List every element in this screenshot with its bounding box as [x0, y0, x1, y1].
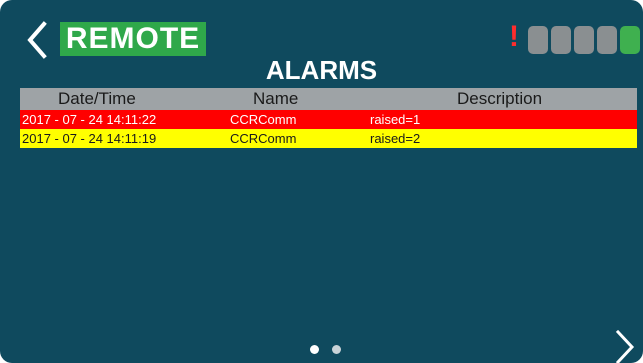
status-indicator-4 — [597, 26, 617, 54]
cell-description: raised=1 — [370, 112, 421, 127]
status-indicator-3 — [574, 26, 594, 54]
status-indicator-5 — [620, 26, 640, 54]
back-button[interactable] — [22, 20, 52, 60]
cell-description: raised=2 — [370, 131, 421, 146]
cell-datetime: 2017 - 07 - 24 14:11:19 — [22, 131, 157, 146]
next-button[interactable] — [610, 329, 638, 363]
cell-datetime: 2017 - 07 - 24 14:11:22 — [22, 112, 157, 127]
table-row[interactable]: 2017 - 07 - 24 14:11:19 CCRComm raised=2 — [20, 129, 637, 148]
column-header-description: Description — [457, 89, 543, 108]
chevron-left-icon — [27, 21, 47, 59]
cell-name: CCRComm — [230, 112, 297, 127]
column-header-name: Name — [253, 89, 299, 108]
alarm-table: Date/Time Name Description 2017 - 07 - 2… — [20, 88, 637, 148]
alarms-screen: REMOTE ! ALARMS Date/Time Name Descripti… — [0, 0, 643, 363]
page-title: ALARMS — [265, 55, 378, 85]
status-indicator-1 — [528, 26, 548, 54]
column-header-datetime: Date/Time — [58, 89, 136, 108]
page-dot-2[interactable] — [332, 345, 341, 354]
mode-badge: REMOTE — [60, 22, 206, 56]
table-row[interactable]: 2017 - 07 - 24 14:11:22 CCRComm raised=1 — [20, 110, 637, 129]
table-header: Date/Time Name Description — [20, 88, 637, 110]
page-dot-1[interactable] — [310, 345, 319, 354]
alert-icon: ! — [509, 20, 519, 53]
chevron-right-icon — [615, 329, 635, 363]
cell-name: CCRComm — [230, 131, 297, 146]
status-indicator-2 — [551, 26, 571, 54]
